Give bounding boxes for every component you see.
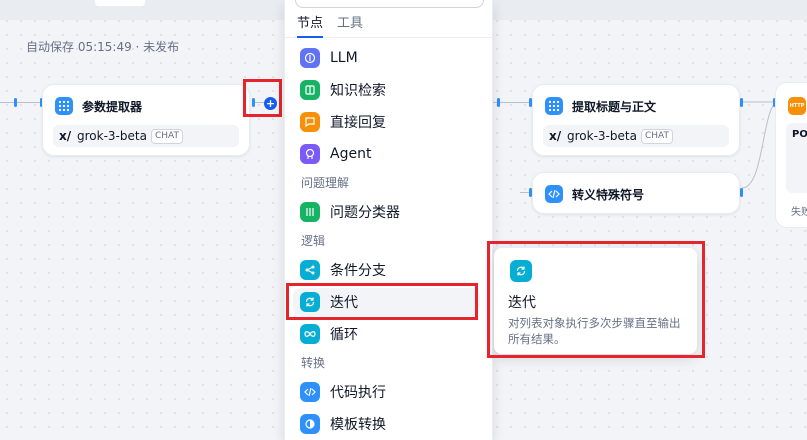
reply-icon — [300, 112, 320, 132]
http-icon: HTTP — [788, 97, 806, 115]
picker-item-label: 代码执行 — [330, 385, 386, 401]
picker-item-template[interactable]: 模板转换 — [293, 410, 480, 438]
picker-item-loop[interactable]: 循环 — [293, 320, 480, 348]
param-extractor-icon — [55, 97, 73, 115]
node-param-extractor[interactable]: 参数提取器 x/ grok-3-beta CHAT — [42, 84, 250, 156]
picker-item-label: 问题分类器 — [330, 205, 400, 221]
model-mode-badge: CHAT — [640, 128, 673, 144]
picker-item-answer[interactable]: 直接回复 — [293, 108, 480, 136]
tab-tools[interactable]: 工具 — [337, 12, 363, 31]
node-escape-chars[interactable]: 转义特殊符号 — [532, 172, 740, 214]
edge — [0, 102, 42, 103]
loop-icon — [300, 324, 320, 344]
picker-item-label: 条件分支 — [330, 263, 386, 279]
autosave-status: 自动保存 05:15:49 · 未发布 — [26, 40, 180, 54]
node-http-request[interactable]: HTTP PO 失败 — [775, 82, 807, 228]
picker-item-label: LLM — [330, 50, 358, 66]
picker-item-knowledge[interactable]: 知识检索 — [293, 76, 480, 104]
active-tab-indicator — [297, 36, 323, 38]
picker-item-classifier[interactable]: 问题分类器 — [293, 198, 480, 226]
picker-item-branch[interactable]: 条件分支 — [293, 256, 480, 284]
node-title: 转义特殊符号 — [572, 187, 645, 202]
classifier-icon — [300, 202, 320, 222]
search-input[interactable] — [295, 0, 484, 8]
highlight-box-iteration — [286, 283, 478, 320]
model-mode-badge: CHAT — [150, 128, 183, 144]
picker-item-label: 模板转换 — [330, 417, 386, 433]
node-title: 提取标题与正文 — [572, 99, 657, 114]
llm-icon — [300, 48, 320, 68]
grok-logo-icon: x/ — [59, 129, 72, 143]
grok-logo-icon: x/ — [549, 129, 562, 143]
picker-item-label: 知识检索 — [330, 83, 386, 99]
output-handle[interactable] — [740, 188, 743, 197]
node-header: 转义特殊符号 — [545, 185, 644, 203]
picker-item-label: 循环 — [330, 327, 358, 343]
model-selector[interactable]: x/ grok-3-beta CHAT — [543, 125, 729, 147]
node-header: 提取标题与正文 — [545, 97, 656, 115]
picker-item-llm[interactable]: LLM — [293, 44, 480, 72]
input-handle[interactable] — [14, 98, 17, 107]
output-handle[interactable] — [740, 98, 743, 107]
workflow-canvas[interactable]: 自动保存 05:15:49 · 未发布 参数提取器 x/ grok-3-beta… — [0, 0, 807, 440]
node-title: 参数提取器 — [82, 99, 143, 114]
code-icon — [545, 185, 563, 203]
book-icon — [300, 80, 320, 100]
top-bar-tab — [95, 0, 145, 6]
group-title-logic: 逻辑 — [301, 234, 326, 248]
highlight-box-add-node — [243, 79, 282, 117]
param-extractor-icon — [545, 97, 563, 115]
picker-item-agent[interactable]: Agent — [293, 140, 480, 168]
branch-icon — [300, 260, 320, 280]
model-name: grok-3-beta — [567, 129, 637, 143]
group-title-question: 问题理解 — [301, 176, 350, 190]
node-header: 参数提取器 — [55, 97, 142, 115]
picker-item-label: 直接回复 — [330, 115, 386, 131]
input-handle[interactable] — [497, 98, 500, 107]
group-title-transform: 转换 — [301, 356, 326, 370]
node-picker-panel: 节点 工具 LLM 知识检索 直接回复 Agent 问题理解 问题分类器 逻辑 … — [284, 0, 494, 440]
model-selector[interactable]: x/ grok-3-beta CHAT — [53, 125, 239, 147]
picker-item-label: Agent — [330, 146, 372, 162]
fail-branch-label: 失败 — [791, 207, 807, 218]
picker-item-code[interactable]: 代码执行 — [293, 378, 480, 406]
template-icon — [300, 414, 320, 434]
agent-icon — [300, 144, 320, 164]
edge-curve — [741, 101, 778, 189]
node-extract-title[interactable]: 提取标题与正文 x/ grok-3-beta CHAT — [532, 84, 740, 156]
tab-nodes[interactable]: 节点 — [297, 12, 323, 31]
http-method: PO — [786, 123, 807, 193]
code-icon — [300, 382, 320, 402]
picker-tabs: 节点 工具 — [297, 12, 377, 31]
model-name: grok-3-beta — [77, 129, 147, 143]
highlight-box-tooltip — [487, 241, 705, 358]
